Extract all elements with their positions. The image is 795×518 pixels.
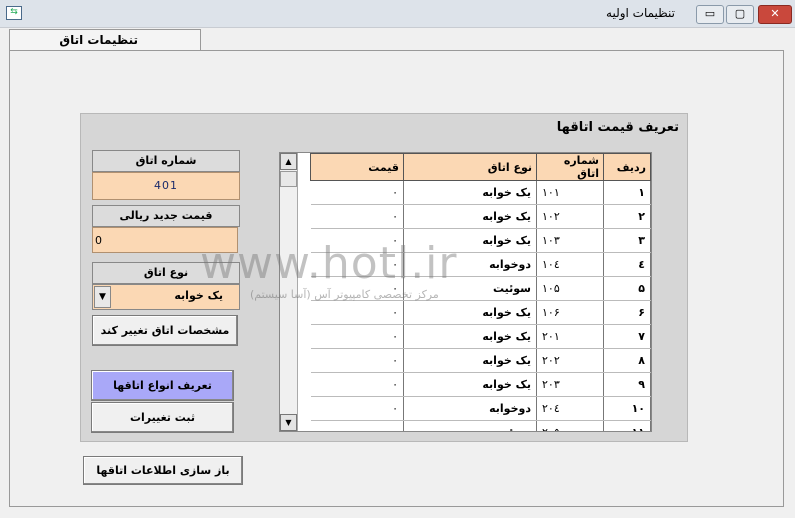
cell-type[interactable]: یک خوابه [403, 228, 537, 253]
room-number-field[interactable]: 401 [92, 172, 240, 200]
header-room-type[interactable]: نوع اتاق [403, 153, 537, 181]
cell-row[interactable]: ۸ [603, 348, 651, 373]
table-row[interactable]: ۰ یک خوابه ۲۰۲ ۸ [310, 348, 651, 373]
cell-price[interactable]: ۰ [310, 228, 404, 253]
cell-row[interactable]: ۱ [603, 180, 651, 205]
table-row[interactable]: ۰ یک خوابه ۱۰۶ ۶ [310, 300, 651, 325]
cell-price[interactable]: ۰ [310, 180, 404, 205]
cell-price[interactable]: ۰ [310, 420, 404, 431]
main-window: ⇆ تنظیمات اولیه ▭ ▢ ✕ تنظیمات اتاق تعریف… [0, 0, 795, 518]
cell-price[interactable]: ۰ [310, 252, 404, 277]
header-room-number[interactable]: شماره اتاق [536, 153, 604, 181]
change-room-button[interactable]: مشخصات اتاق تغییر کند [92, 315, 238, 346]
room-type-label: نوع اتاق [92, 262, 240, 284]
table-row[interactable]: ۰ یک خوابه ۱۰۳ ۳ [310, 228, 651, 253]
cell-price[interactable]: ۰ [310, 324, 404, 349]
cell-number[interactable]: ۲۰۲ [536, 348, 604, 373]
cell-number[interactable]: ۱۰۲ [536, 204, 604, 229]
new-price-label: قیمت جدید ریالی [92, 205, 240, 227]
cell-type[interactable]: یک خوابه [403, 372, 537, 397]
room-number-label: شماره اتاق [92, 150, 240, 172]
title-bar: ⇆ تنظیمات اولیه ▭ ▢ ✕ [0, 0, 795, 28]
table-row[interactable]: ۰ یک خوابه ۲۰۱ ۷ [310, 324, 651, 349]
cell-number[interactable]: ۱۰۳ [536, 228, 604, 253]
cell-number[interactable]: ۱۰٤ [536, 252, 604, 277]
cell-row[interactable]: ۱۱ [603, 420, 651, 431]
cell-number[interactable]: ۲۰۳ [536, 372, 604, 397]
cell-price[interactable]: ۰ [310, 348, 404, 373]
tab-room-settings[interactable]: تنظیمات اتاق [9, 29, 201, 52]
cell-price[interactable]: ۰ [310, 372, 404, 397]
table-row[interactable]: ۰ یک خوابه ۲۰۳ ۹ [310, 372, 651, 397]
room-type-select[interactable]: ▼ یک خوابه [92, 284, 240, 310]
close-button[interactable]: ✕ [758, 5, 792, 24]
table-row[interactable]: ۰ یک خوابه ۱۰۲ ۲ [310, 204, 651, 229]
cell-type[interactable]: یک خوابه [403, 348, 537, 373]
header-row-index[interactable]: ردیف [603, 153, 651, 181]
scroll-up-icon[interactable]: ▲ [280, 153, 297, 170]
reload-rooms-button[interactable]: باز سازی اطلاعات اتاقها [83, 456, 243, 485]
scroll-thumb[interactable] [280, 171, 297, 187]
app-icon: ⇆ [6, 6, 22, 20]
cell-type[interactable]: یک خوابه [403, 300, 537, 325]
cell-number[interactable]: ۲۰٤ [536, 396, 604, 421]
cell-row[interactable]: ۶ [603, 300, 651, 325]
cell-type[interactable]: سوئیت [403, 276, 537, 301]
cell-price[interactable]: ۰ [310, 276, 404, 301]
table-row[interactable]: ۰ دوخوابه ۱۰٤ ٤ [310, 252, 651, 277]
tab-label: تنظیمات اتاق [59, 33, 138, 47]
cell-number[interactable]: ۱۰۵ [536, 276, 604, 301]
cell-type[interactable]: یک خوابه [403, 204, 537, 229]
cell-price[interactable]: ۰ [310, 300, 404, 325]
cell-type[interactable]: یک خوابه [403, 180, 537, 205]
save-changes-button[interactable]: ثبت تغییرات [91, 402, 234, 433]
rooms-table: قیمت نوع اتاق شماره اتاق ردیف ۰ یک خوابه ۱… [310, 153, 651, 431]
cell-type[interactable]: دوخوابه [403, 252, 537, 277]
maximize-button[interactable]: ▢ [726, 5, 754, 24]
cell-row[interactable]: ۵ [603, 276, 651, 301]
new-price-field[interactable]: 0 [92, 227, 238, 253]
room-type-value: یک خوابه [174, 289, 223, 302]
table-row[interactable]: ۰ یک خوابه ۱۰۱ ۱ [310, 180, 651, 205]
cell-row[interactable]: ۲ [603, 204, 651, 229]
cell-row[interactable]: ٤ [603, 252, 651, 277]
cell-number[interactable]: ۱۰۶ [536, 300, 604, 325]
header-price[interactable]: قیمت [310, 153, 404, 181]
chevron-down-icon[interactable]: ▼ [94, 286, 111, 308]
cell-type[interactable]: سوئیت [403, 420, 537, 431]
table-row[interactable]: ۰ دوخوابه ۲۰٤ ۱۰ [310, 396, 651, 421]
cell-price[interactable]: ۰ [310, 204, 404, 229]
scroll-down-icon[interactable]: ▼ [280, 414, 297, 431]
cell-number[interactable]: ۱۰۱ [536, 180, 604, 205]
cell-price[interactable]: ۰ [310, 396, 404, 421]
cell-row[interactable]: ۳ [603, 228, 651, 253]
cell-number[interactable]: ۲۰۵ [536, 420, 604, 431]
minimize-button[interactable]: ▭ [696, 5, 724, 24]
group-title: تعریف قیمت اتاقها [556, 120, 679, 135]
cell-type[interactable]: دوخوابه [403, 396, 537, 421]
cell-row[interactable]: ۹ [603, 372, 651, 397]
cell-number[interactable]: ۲۰۱ [536, 324, 604, 349]
rooms-grid[interactable]: ▲ ▼ قیمت نوع اتاق شماره اتاق ردیف ۰ یک خو… [279, 152, 652, 432]
cell-type[interactable]: یک خوابه [403, 324, 537, 349]
table-row[interactable]: ۰سوئیت۲۰۵۱۱ [310, 420, 651, 431]
define-room-types-button[interactable]: تعریف انواع اتاقها [91, 370, 234, 401]
window-title: تنظیمات اولیه [606, 6, 675, 20]
table-row[interactable]: ۰ سوئیت ۱۰۵ ۵ [310, 276, 651, 301]
grid-scrollbar[interactable]: ▲ ▼ [280, 153, 298, 431]
table-header-row: قیمت نوع اتاق شماره اتاق ردیف [310, 153, 651, 181]
cell-row[interactable]: ۱۰ [603, 396, 651, 421]
cell-row[interactable]: ۷ [603, 324, 651, 349]
